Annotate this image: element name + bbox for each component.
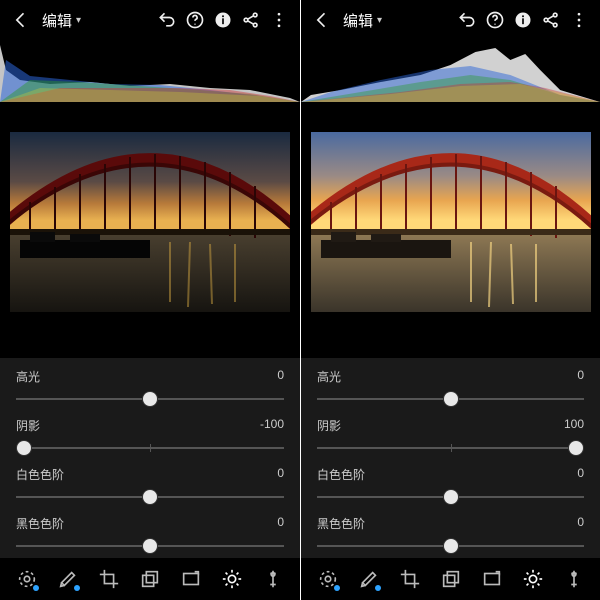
help-icon[interactable]: [184, 9, 206, 31]
slider-label: 黑色色阶: [16, 515, 64, 532]
tool-light-icon[interactable]: [219, 566, 245, 592]
tool-color-icon[interactable]: [260, 566, 286, 592]
image-preview[interactable]: [0, 102, 300, 342]
tool-bar: [0, 558, 300, 600]
slider-label: 白色色阶: [317, 466, 365, 483]
slider-value: 0: [277, 515, 284, 532]
slider-shadow[interactable]: 阴影 -100: [16, 407, 284, 456]
image-preview[interactable]: [301, 102, 600, 342]
slider-group: 高光 0 阴影 100 白色色阶 0 黑色色阶 0: [301, 358, 600, 558]
slider-value: 0: [577, 515, 584, 532]
histogram: [301, 40, 600, 102]
spacer: [0, 342, 300, 358]
slider-black[interactable]: 黑色色阶 0: [317, 505, 584, 554]
slider-label: 阴影: [16, 417, 40, 434]
share-icon[interactable]: [540, 9, 562, 31]
more-icon[interactable]: [268, 9, 290, 31]
tool-bar: [301, 558, 600, 600]
tool-light-icon[interactable]: [520, 566, 546, 592]
back-icon[interactable]: [10, 9, 32, 31]
histogram: [0, 40, 300, 102]
slider-value: -100: [260, 417, 284, 434]
mode-selector[interactable]: 编辑 ▾: [42, 10, 81, 31]
top-bar: 编辑 ▾: [301, 0, 600, 40]
slider-label: 黑色色阶: [317, 515, 365, 532]
tool-auto-icon[interactable]: [178, 566, 204, 592]
tool-heal-icon[interactable]: [356, 566, 382, 592]
info-icon[interactable]: [212, 9, 234, 31]
tool-selective-icon[interactable]: [14, 566, 40, 592]
slider-value: 0: [277, 368, 284, 385]
info-icon[interactable]: [512, 9, 534, 31]
slider-white[interactable]: 白色色阶 0: [317, 456, 584, 505]
slider-shadow[interactable]: 阴影 100: [317, 407, 584, 456]
mode-label: 编辑: [343, 10, 373, 31]
mode-label: 编辑: [42, 10, 72, 31]
more-icon[interactable]: [568, 9, 590, 31]
chevron-down-icon: ▾: [76, 15, 81, 26]
slider-label: 高光: [16, 368, 40, 385]
chevron-down-icon: ▾: [377, 15, 382, 26]
slider-value: 0: [577, 368, 584, 385]
tool-heal-icon[interactable]: [55, 566, 81, 592]
tool-presets-icon[interactable]: [137, 566, 163, 592]
slider-value: 100: [564, 417, 584, 434]
tool-selective-icon[interactable]: [315, 566, 341, 592]
slider-label: 高光: [317, 368, 341, 385]
slider-highlight[interactable]: 高光 0: [16, 358, 284, 407]
tool-auto-icon[interactable]: [479, 566, 505, 592]
undo-icon[interactable]: [456, 9, 478, 31]
tool-crop-icon[interactable]: [96, 566, 122, 592]
back-icon[interactable]: [311, 9, 333, 31]
slider-group: 高光 0 阴影 -100 白色色阶 0 黑色色阶 0: [0, 358, 300, 558]
slider-white[interactable]: 白色色阶 0: [16, 456, 284, 505]
tool-crop-icon[interactable]: [397, 566, 423, 592]
share-icon[interactable]: [240, 9, 262, 31]
undo-icon[interactable]: [156, 9, 178, 31]
slider-label: 阴影: [317, 417, 341, 434]
slider-black[interactable]: 黑色色阶 0: [16, 505, 284, 554]
panel-left: 编辑 ▾: [0, 0, 300, 600]
top-bar: 编辑 ▾: [0, 0, 300, 40]
mode-selector[interactable]: 编辑 ▾: [343, 10, 382, 31]
slider-value: 0: [577, 466, 584, 483]
slider-highlight[interactable]: 高光 0: [317, 358, 584, 407]
slider-label: 白色色阶: [16, 466, 64, 483]
spacer: [301, 342, 600, 358]
help-icon[interactable]: [484, 9, 506, 31]
tool-color-icon[interactable]: [561, 566, 587, 592]
slider-value: 0: [277, 466, 284, 483]
panel-right: 编辑 ▾: [300, 0, 600, 600]
app-comparison: 编辑 ▾: [0, 0, 600, 600]
tool-presets-icon[interactable]: [438, 566, 464, 592]
